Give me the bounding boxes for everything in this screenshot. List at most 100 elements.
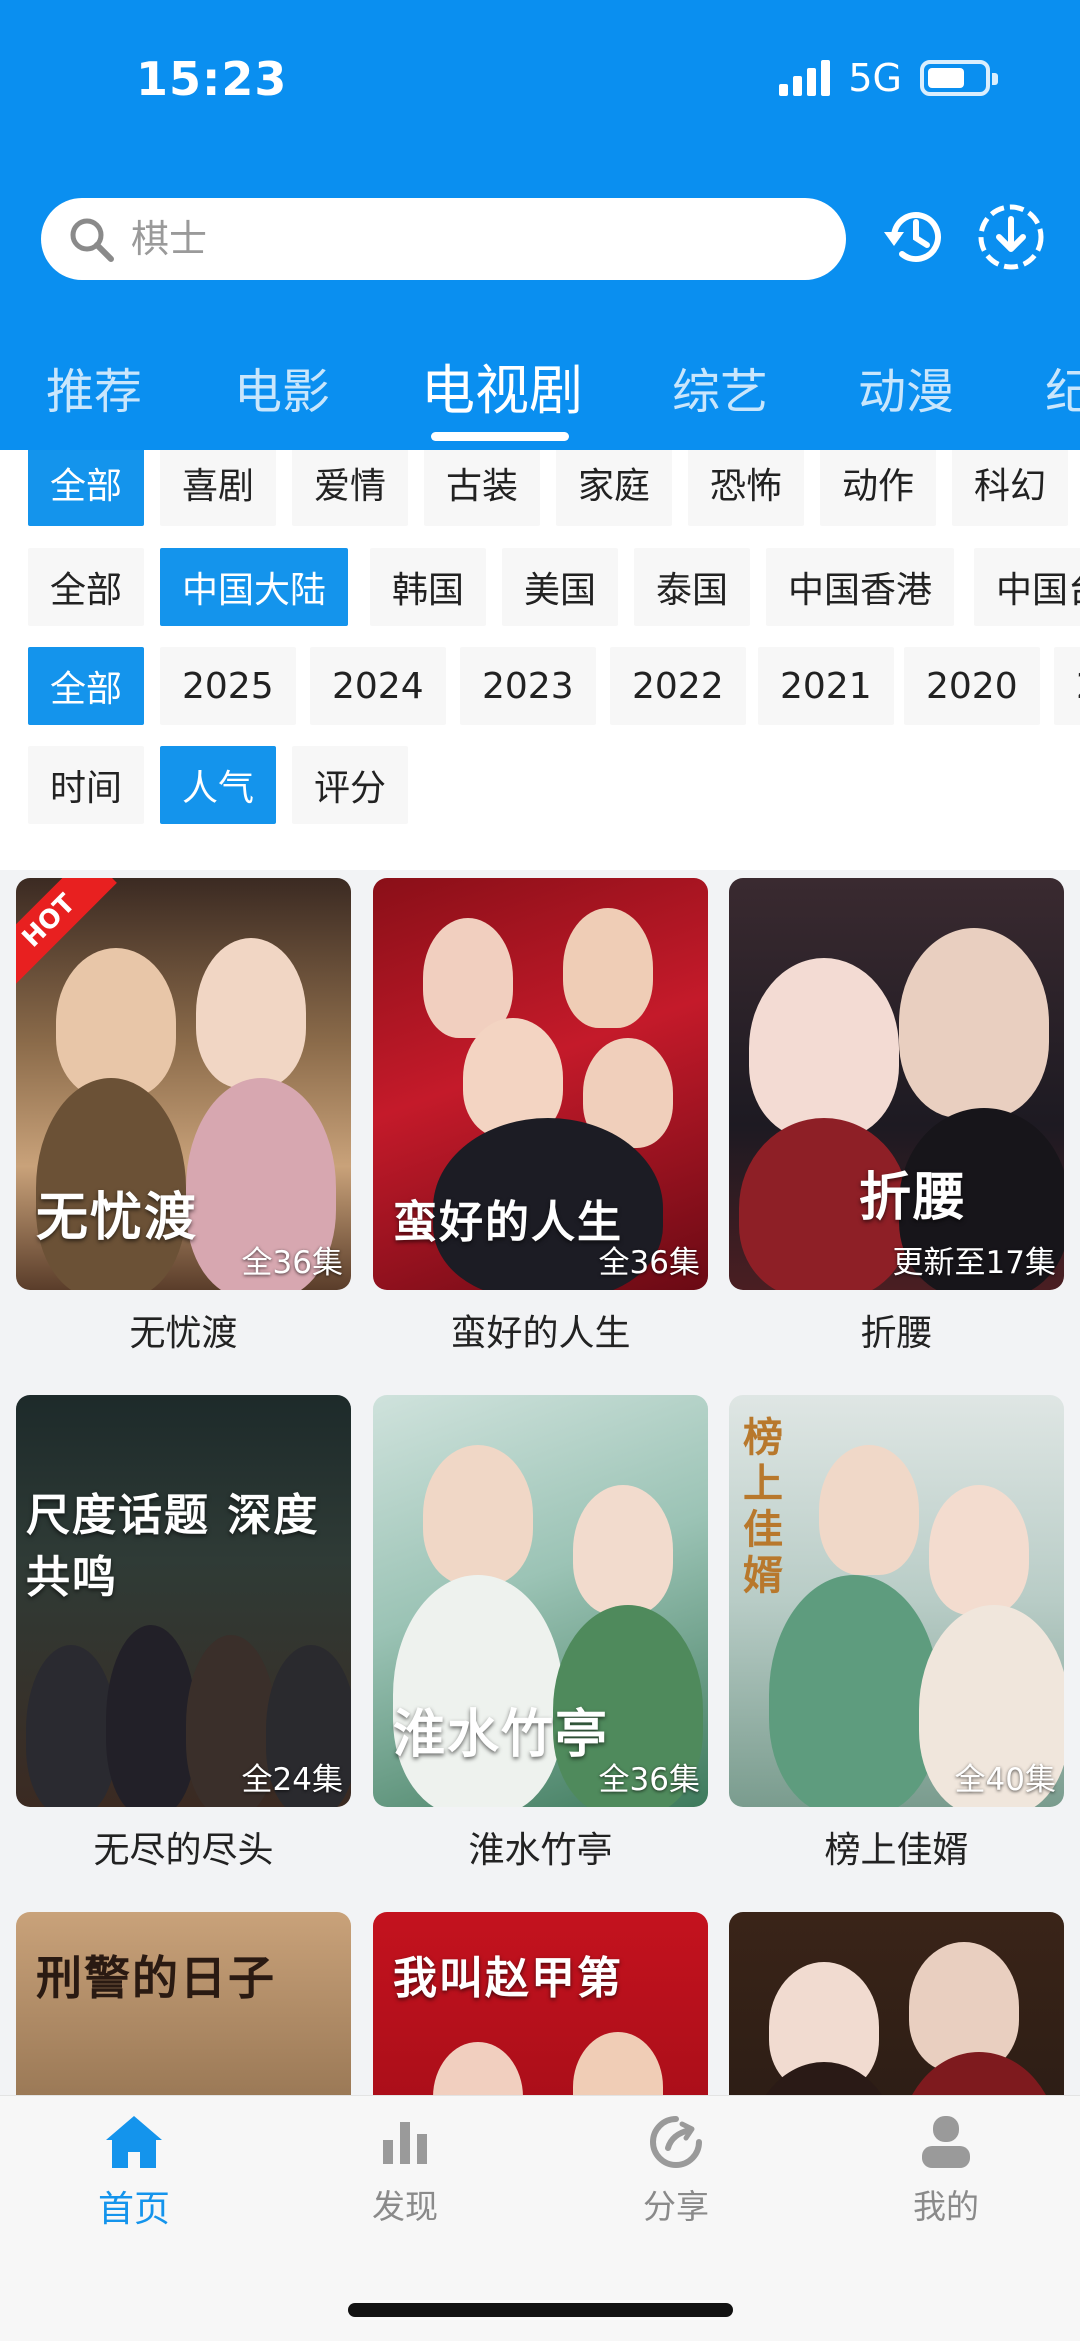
search-bar[interactable] [41, 198, 846, 280]
genre-chip-all[interactable]: 全部 [28, 450, 145, 526]
show-card[interactable]: 无忧渡 全36集 HOT 无忧渡 [16, 878, 351, 1356]
show-poster[interactable]: 刑警的日子 [16, 1912, 351, 2100]
show-card[interactable]: 榜上佳婿 全40集 榜上佳婿 [729, 1395, 1064, 1873]
tab-anime[interactable]: 动漫 [858, 352, 954, 422]
year-chip-2025[interactable]: 2025 [160, 647, 296, 725]
show-card[interactable]: 蛮好的人生 全36集 蛮好的人生 [373, 878, 708, 1356]
poster-title-art: 蛮好的人生 [393, 1197, 623, 1248]
share-icon [648, 2114, 704, 2174]
genre-chip-scifi[interactable]: 科幻 [952, 450, 1069, 526]
region-chip-korea[interactable]: 韩国 [370, 548, 487, 626]
show-poster[interactable]: 尺度话题 深度共鸣 全24集 [16, 1395, 351, 1807]
show-title: 蛮好的人生 [450, 1313, 631, 1354]
year-chip-2023[interactable]: 2023 [460, 647, 596, 725]
sort-chip-popularity[interactable]: 人气 [160, 746, 277, 824]
year-chip-2021[interactable]: 2021 [758, 647, 894, 725]
year-chip-2024[interactable]: 2024 [310, 647, 446, 725]
sort-chip-rating[interactable]: 评分 [292, 746, 409, 824]
nav-home[interactable]: 首页 [54, 2114, 214, 2232]
home-icon [104, 2114, 164, 2174]
status-bar: 15:23 5G [0, 0, 1080, 160]
region-chip-mainland[interactable]: 中国大陆 [160, 548, 349, 626]
tab-documentary[interactable]: 纪 [1045, 352, 1080, 422]
episode-badge: 更新至17集 [892, 1245, 1056, 1281]
year-chip-more[interactable]: 2 [1054, 647, 1080, 725]
show-title: 淮水竹亭 [468, 1830, 613, 1871]
show-title: 榜上佳婿 [824, 1830, 969, 1871]
region-chip-all[interactable]: 全部 [28, 548, 145, 626]
history-button[interactable] [878, 202, 952, 276]
show-poster[interactable] [729, 1912, 1064, 2100]
region-chip-taiwan[interactable]: 中国台 [974, 548, 1080, 626]
bar-chart-icon [377, 2114, 433, 2174]
episode-badge: 全36集 [598, 1245, 700, 1281]
poster-title-art: 榜上佳婿 [743, 1414, 785, 1599]
tab-recommend[interactable]: 推荐 [46, 352, 142, 422]
filter-panel: 全部 喜剧 爱情 古装 家庭 恐怖 动作 科幻 全部 中国大陆 韩国 美国 泰国… [0, 450, 1080, 870]
show-poster[interactable]: 我叫赵甲第 [373, 1912, 708, 2100]
episode-badge: 全24集 [241, 1762, 343, 1798]
region-chip-thailand[interactable]: 泰国 [634, 548, 751, 626]
poster-title-art: 刑警的日子 [36, 1951, 276, 2005]
tab-movies[interactable]: 电影 [234, 352, 330, 422]
show-title: 折腰 [860, 1313, 933, 1354]
show-poster[interactable]: 无忧渡 全36集 HOT [16, 878, 351, 1290]
tab-tv-series[interactable]: 电视剧 [421, 346, 583, 425]
history-icon [880, 202, 950, 276]
poster-title-art: 我叫赵甲第 [393, 1953, 623, 2004]
nav-profile[interactable]: 我的 [866, 2114, 1026, 2228]
show-poster[interactable]: 蛮好的人生 全36集 [373, 878, 708, 1290]
genre-chip-family[interactable]: 家庭 [556, 450, 673, 526]
show-poster[interactable]: 淮水竹亭 全36集 [373, 1395, 708, 1807]
show-card[interactable]: 我叫赵甲第 [373, 1912, 708, 2100]
network-type: 5G [848, 56, 902, 100]
search-input[interactable] [131, 217, 771, 261]
region-chip-hongkong[interactable]: 中国香港 [766, 548, 955, 626]
genre-filter-row: 全部 喜剧 爱情 古装 家庭 恐怖 动作 科幻 [0, 450, 1080, 528]
year-chip-2022[interactable]: 2022 [610, 647, 746, 725]
download-button[interactable] [974, 202, 1048, 276]
genre-chip-comedy[interactable]: 喜剧 [160, 450, 277, 526]
nav-share-label: 分享 [643, 2187, 709, 2226]
year-chip-2020[interactable]: 2020 [904, 647, 1040, 725]
nav-discover-label: 发现 [372, 2187, 438, 2226]
header: 15:23 5G 推荐 [0, 0, 1080, 450]
region-chip-usa[interactable]: 美国 [502, 548, 619, 626]
region-filter-row: 全部 中国大陆 韩国 美国 泰国 中国香港 中国台 [0, 548, 1080, 626]
status-indicators: 5G [779, 56, 998, 100]
nav-discover[interactable]: 发现 [325, 2114, 485, 2228]
app-root: 15:23 5G 推荐 [0, 0, 1080, 2341]
episode-badge: 全40集 [954, 1762, 1056, 1798]
poster-title-art: 无忧渡 [36, 1187, 199, 1248]
sort-chip-time[interactable]: 时间 [28, 746, 145, 824]
show-card[interactable]: 刑警的日子 [16, 1912, 351, 2100]
genre-chip-action[interactable]: 动作 [820, 450, 937, 526]
episode-badge: 全36集 [598, 1762, 700, 1798]
sort-filter-row: 时间 人气 评分 [0, 746, 1080, 824]
show-poster[interactable]: 榜上佳婿 全40集 [729, 1395, 1064, 1807]
show-card[interactable]: 尺度话题 深度共鸣 全24集 无尽的尽头 [16, 1395, 351, 1873]
show-title: 无忧渡 [129, 1313, 238, 1354]
show-card[interactable]: 淮水竹亭 全36集 淮水竹亭 [373, 1395, 708, 1873]
category-tabs: 推荐 电影 电视剧 综艺 动漫 纪 [0, 340, 1080, 450]
show-grid: 无忧渡 全36集 HOT 无忧渡 蛮好的人生 全36集 蛮好的人生 折腰 更新至… [0, 870, 1080, 2100]
profile-icon [918, 2114, 974, 2174]
signal-icon [779, 60, 831, 96]
year-chip-all[interactable]: 全部 [28, 647, 145, 725]
nav-share[interactable]: 分享 [596, 2114, 756, 2228]
genre-chip-romance[interactable]: 爱情 [292, 450, 409, 526]
nav-profile-label: 我的 [913, 2187, 979, 2226]
poster-title-art: 折腰 [859, 1167, 968, 1228]
show-card[interactable]: 折腰 更新至17集 折腰 [729, 878, 1064, 1356]
nav-home-label: 首页 [97, 2189, 170, 2230]
show-poster[interactable]: 折腰 更新至17集 [729, 878, 1064, 1290]
download-icon [975, 201, 1047, 277]
genre-chip-horror[interactable]: 恐怖 [688, 450, 805, 526]
battery-icon [920, 60, 998, 96]
genre-chip-costume[interactable]: 古装 [424, 450, 541, 526]
show-card[interactable] [729, 1912, 1064, 2100]
poster-title-art: 淮水竹亭 [393, 1704, 610, 1765]
episode-badge: 全36集 [241, 1245, 343, 1281]
status-time: 15:23 [136, 52, 288, 106]
tab-variety[interactable]: 综艺 [672, 352, 768, 422]
